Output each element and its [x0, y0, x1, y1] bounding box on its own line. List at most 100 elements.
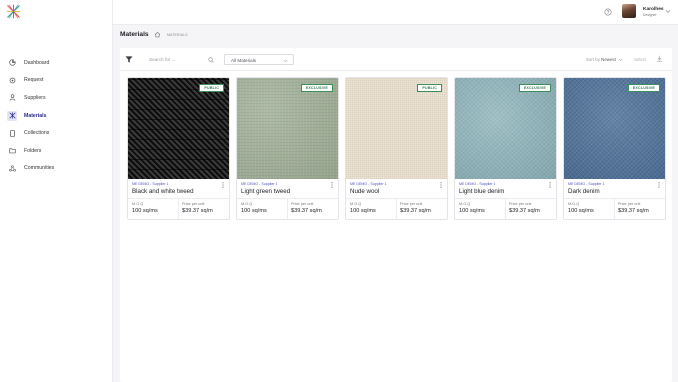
price-value: $39.37 sq/m: [400, 208, 431, 214]
supplier-link[interactable]: ME DEMO - Supplier 1: [241, 182, 278, 186]
moq-label: M.O.Q: [132, 202, 144, 206]
material-image[interactable]: [455, 78, 556, 179]
material-image[interactable]: [346, 78, 447, 179]
main-content: Materials MATERIALS Search for ... All M…: [113, 25, 678, 382]
more-options-icon[interactable]: [331, 182, 333, 188]
help-icon[interactable]: [604, 8, 612, 16]
sidebar-item-label: Request: [24, 77, 44, 84]
select-button[interactable]: Select: [634, 57, 646, 62]
sidebar-item-label: Suppliers: [24, 94, 46, 101]
price-label: Price per unit: [182, 202, 205, 206]
request-icon: [8, 76, 16, 84]
folders-icon: [8, 147, 16, 155]
sort-prefix: Sort by: [586, 57, 600, 62]
price-label: Price per unit: [400, 202, 423, 206]
moq-label: M.O.Q: [568, 202, 580, 206]
breadcrumb: MATERIALS: [167, 33, 188, 37]
sidebar-item-label: Collections: [24, 130, 50, 137]
top-bar: Karolhes Designer: [113, 0, 678, 25]
material-card[interactable]: EXCLUSIVE ME DEMO - Supplier 1 Dark deni…: [563, 77, 666, 220]
brand-logo[interactable]: [6, 4, 21, 19]
chevron-down-icon: [283, 59, 288, 62]
user-name: Karolhes: [643, 7, 664, 12]
materials-panel: Search for ... All Materials Sort by New…: [120, 48, 672, 382]
price-label: Price per unit: [509, 202, 532, 206]
more-options-icon[interactable]: [222, 182, 224, 188]
material-grid: PUBLIC ME DEMO - Supplier 1 Black and wh…: [127, 77, 667, 220]
sidebar-item-label: Materials: [24, 112, 47, 119]
material-name: Nude wool: [350, 188, 380, 195]
price-value: $39.37 sq/m: [182, 208, 213, 214]
search-placeholder: Search for ...: [149, 57, 176, 62]
more-options-icon[interactable]: [549, 182, 551, 188]
visibility-badge: PUBLIC: [417, 84, 442, 92]
search-input[interactable]: Search for ...: [142, 54, 217, 65]
dashboard-icon: [8, 59, 16, 67]
material-image[interactable]: [237, 78, 338, 179]
card-divider: [614, 199, 615, 219]
visibility-badge: EXCLUSIVE: [300, 84, 333, 92]
card-divider: [396, 199, 397, 219]
collections-icon: [8, 129, 16, 137]
material-card[interactable]: PUBLIC ME DEMO - Supplier 1 Black and wh…: [127, 77, 230, 220]
material-image[interactable]: [128, 78, 229, 179]
download-icon[interactable]: [656, 55, 663, 62]
avatar[interactable]: [622, 4, 636, 18]
filter-icon[interactable]: [125, 56, 133, 63]
sort-value: Newest: [601, 57, 616, 62]
select-value: All Materials: [231, 57, 257, 63]
moq-value: 100 sq/ms: [459, 208, 485, 214]
price-value: $39.37 sq/m: [509, 208, 540, 214]
moq-label: M.O.Q: [459, 202, 471, 206]
supplier-link[interactable]: ME DEMO - Supplier 1: [350, 182, 387, 186]
sidebar-nav: Dashboard Request Suppliers Materials Co…: [0, 54, 113, 177]
supplier-link[interactable]: ME DEMO - Supplier 1: [568, 182, 605, 186]
user-role: Designer: [643, 13, 657, 17]
sidebar-item-suppliers[interactable]: Suppliers: [0, 89, 113, 107]
price-value: $39.37 sq/m: [291, 208, 322, 214]
material-card[interactable]: EXCLUSIVE ME DEMO - Supplier 1 Light blu…: [454, 77, 557, 220]
moq-value: 100 sq/ms: [350, 208, 376, 214]
material-image[interactable]: [564, 78, 665, 179]
visibility-badge: PUBLIC: [199, 84, 224, 92]
chevron-down-icon[interactable]: [618, 58, 623, 62]
sidebar-item-label: Communities: [24, 165, 55, 172]
sidebar-item-communities[interactable]: Communities: [0, 160, 113, 178]
price-label: Price per unit: [618, 202, 641, 206]
materials-icon: [7, 110, 17, 121]
page-title: Materials: [120, 31, 149, 38]
sort-dropdown[interactable]: Sort by Newest: [586, 57, 616, 62]
sidebar-item-label: Dashboard: [24, 59, 50, 66]
sidebar-item-request[interactable]: Request: [0, 72, 113, 90]
more-options-icon[interactable]: [440, 182, 442, 188]
material-card[interactable]: PUBLIC ME DEMO - Supplier 1 Nude wool M.…: [345, 77, 448, 220]
material-name: Light blue denim: [459, 188, 505, 195]
card-divider: [287, 199, 288, 219]
toolbar-divider: [120, 70, 672, 71]
visibility-badge: EXCLUSIVE: [518, 84, 551, 92]
material-name: Dark denim: [568, 188, 600, 195]
sidebar-item-label: Folders: [24, 147, 42, 154]
visibility-badge: EXCLUSIVE: [627, 84, 660, 92]
suppliers-icon: [8, 94, 16, 102]
supplier-link[interactable]: ME DEMO - Supplier 1: [132, 182, 169, 186]
material-card[interactable]: EXCLUSIVE ME DEMO - Supplier 1 Light gre…: [236, 77, 339, 220]
more-options-icon[interactable]: [658, 182, 660, 188]
moq-label: M.O.Q: [241, 202, 253, 206]
moq-value: 100 sq/ms: [132, 208, 158, 214]
sidebar-item-materials[interactable]: Materials: [0, 107, 113, 125]
home-icon[interactable]: [154, 31, 161, 38]
material-name: Black and white tweed: [132, 188, 194, 195]
sidebar-item-dashboard[interactable]: Dashboard: [0, 54, 113, 72]
card-divider: [505, 199, 506, 219]
chevron-down-icon[interactable]: [665, 9, 671, 14]
materials-filter-select[interactable]: All Materials: [224, 54, 294, 65]
supplier-link[interactable]: ME DEMO - Supplier 1: [459, 182, 496, 186]
card-divider: [178, 199, 179, 219]
sidebar-item-folders[interactable]: Folders: [0, 142, 113, 160]
material-name: Light green tweed: [241, 188, 291, 195]
search-icon: [208, 56, 214, 63]
sidebar-item-collections[interactable]: Collections: [0, 124, 113, 142]
moq-label: M.O.Q: [350, 202, 362, 206]
price-value: $39.37 sq/m: [618, 208, 649, 214]
